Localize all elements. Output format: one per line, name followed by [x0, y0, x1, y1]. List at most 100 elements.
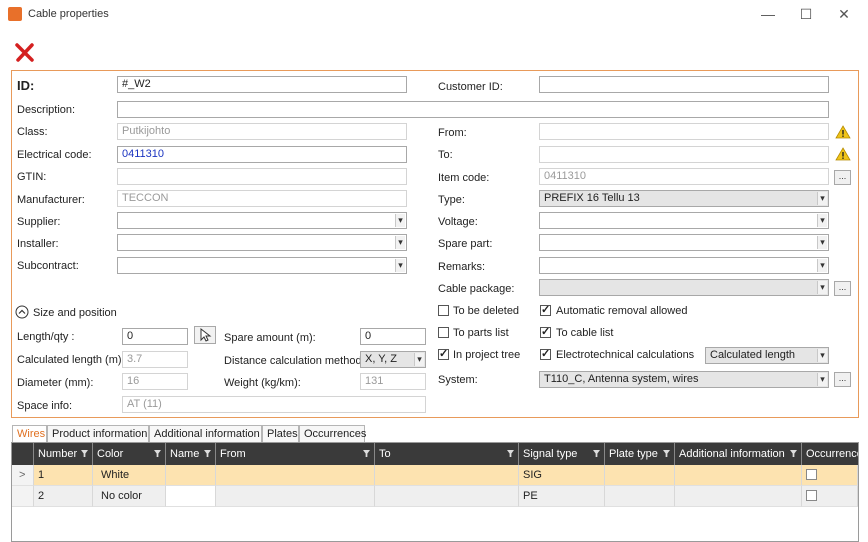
- column-header-number[interactable]: Number: [34, 443, 93, 465]
- header-text: Name: [170, 448, 200, 460]
- spare-part-select[interactable]: [539, 234, 829, 251]
- maximize-button[interactable]: ☐: [790, 4, 822, 24]
- remarks-select[interactable]: [539, 257, 829, 274]
- system-browse-button[interactable]: ...: [834, 372, 851, 387]
- spare-amount-field[interactable]: 0: [360, 328, 426, 345]
- calc-method-select[interactable]: Calculated length: [705, 347, 829, 364]
- occurrence-checkbox[interactable]: [806, 469, 817, 480]
- to-parts-list-checkbox[interactable]: [438, 327, 449, 338]
- subcontract-label: Subcontract:: [17, 260, 79, 272]
- description-field[interactable]: [117, 101, 829, 118]
- description-label: Description:: [17, 104, 76, 116]
- to-parts-list-label: To parts list: [453, 327, 509, 339]
- filter-icon[interactable]: [593, 450, 600, 457]
- filter-icon[interactable]: [363, 450, 370, 457]
- type-select[interactable]: PREFIX 16 Tellu 13: [539, 190, 829, 207]
- electrical-code-field[interactable]: 0411310: [117, 146, 407, 163]
- length-field[interactable]: 0: [122, 328, 188, 345]
- customer-id-field[interactable]: [539, 76, 829, 93]
- to-be-deleted-checkbox[interactable]: [438, 305, 449, 316]
- column-header-additional-information[interactable]: Additional information: [675, 443, 802, 465]
- delete-icon[interactable]: [12, 40, 38, 64]
- remarks-label: Remarks:: [438, 261, 486, 273]
- automatic-removal-checkbox[interactable]: [540, 303, 551, 316]
- cell-from[interactable]: [216, 465, 375, 486]
- table-row[interactable]: 2 No color PE: [12, 486, 858, 507]
- cell-number[interactable]: 2: [34, 486, 93, 507]
- table-row[interactable]: > 1 White SIG: [12, 465, 858, 486]
- grid-header-corner: [12, 443, 34, 465]
- column-header-occurrence[interactable]: Occurrence: [802, 443, 858, 465]
- cell-to[interactable]: [375, 465, 519, 486]
- cell-additional-information[interactable]: [675, 465, 802, 486]
- cell-additional-information[interactable]: [675, 486, 802, 507]
- cell-signal-type[interactable]: PE: [519, 486, 605, 507]
- distance-method-select[interactable]: X, Y, Z: [360, 351, 426, 368]
- row-selector[interactable]: [12, 486, 34, 507]
- minimize-button[interactable]: —: [752, 4, 784, 24]
- cell-signal-type[interactable]: SIG: [519, 465, 605, 486]
- tab-product-information[interactable]: Product information: [47, 425, 149, 442]
- column-header-name[interactable]: Name: [166, 443, 216, 465]
- cell-occurrence[interactable]: [802, 486, 858, 507]
- column-header-plate-type[interactable]: Plate type: [605, 443, 675, 465]
- row-selector[interactable]: >: [12, 465, 34, 486]
- cell-occurrence[interactable]: [802, 465, 858, 486]
- in-project-tree-label: In project tree: [453, 349, 521, 361]
- filter-icon[interactable]: [154, 450, 161, 457]
- system-select[interactable]: T110_C, Antenna system, wires: [539, 371, 829, 388]
- from-warning-icon: [835, 125, 851, 139]
- column-header-from[interactable]: From: [216, 443, 375, 465]
- diameter-field: 16: [122, 373, 188, 390]
- filter-icon[interactable]: [81, 450, 88, 457]
- column-header-signal-type[interactable]: Signal type: [519, 443, 605, 465]
- from-label: From:: [438, 127, 467, 139]
- tab-occurrences[interactable]: Occurrences: [299, 425, 366, 442]
- manufacturer-field: TECCON: [117, 190, 407, 207]
- cell-color[interactable]: No color: [93, 486, 166, 507]
- tab-plates[interactable]: Plates: [262, 425, 299, 442]
- column-header-color[interactable]: Color: [93, 443, 166, 465]
- id-field[interactable]: #_W2: [117, 76, 407, 93]
- cell-name[interactable]: [166, 465, 216, 486]
- installer-select[interactable]: [117, 234, 407, 251]
- weight-label: Weight (kg/km):: [224, 377, 301, 389]
- title-bar: [0, 0, 868, 30]
- to-cable-list-checkbox[interactable]: [540, 325, 551, 338]
- tab-additional-information[interactable]: Additional information: [149, 425, 262, 442]
- calc-length-field: 3.7: [122, 351, 188, 368]
- cell-name[interactable]: [166, 486, 216, 507]
- cell-to[interactable]: [375, 486, 519, 507]
- supplier-select[interactable]: [117, 212, 407, 229]
- column-header-to[interactable]: To: [375, 443, 519, 465]
- pick-length-button[interactable]: [194, 326, 216, 344]
- manufacturer-label: Manufacturer:: [17, 194, 85, 206]
- item-code-browse-button[interactable]: ...: [834, 170, 851, 185]
- collapse-chevron-icon[interactable]: [15, 305, 29, 319]
- cable-package-select[interactable]: [539, 279, 829, 296]
- filter-icon[interactable]: [663, 450, 670, 457]
- electrical-code-label: Electrical code:: [17, 149, 92, 161]
- header-text: From: [220, 448, 246, 460]
- header-text: Plate type: [609, 448, 658, 460]
- subcontract-select[interactable]: [117, 257, 407, 274]
- electrotechnical-label: Electrotechnical calculations: [556, 349, 695, 361]
- filter-icon[interactable]: [507, 450, 514, 457]
- close-window-button[interactable]: ✕: [828, 4, 860, 24]
- cell-from[interactable]: [216, 486, 375, 507]
- cell-color[interactable]: White: [93, 465, 166, 486]
- filter-icon[interactable]: [204, 450, 211, 457]
- spare-amount-label: Spare amount (m):: [224, 332, 316, 344]
- voltage-select[interactable]: [539, 212, 829, 229]
- installer-label: Installer:: [17, 238, 59, 250]
- cell-plate-type[interactable]: [605, 486, 675, 507]
- tab-wires[interactable]: Wires: [12, 425, 47, 442]
- cell-number[interactable]: 1: [34, 465, 93, 486]
- wires-grid: Number Color Name From To Signal type Pl…: [11, 442, 859, 542]
- occurrence-checkbox[interactable]: [806, 490, 817, 501]
- filter-icon[interactable]: [790, 450, 797, 457]
- electrotechnical-checkbox[interactable]: [540, 347, 551, 360]
- in-project-tree-checkbox[interactable]: [438, 347, 449, 360]
- cable-package-browse-button[interactable]: ...: [834, 281, 851, 296]
- cell-plate-type[interactable]: [605, 465, 675, 486]
